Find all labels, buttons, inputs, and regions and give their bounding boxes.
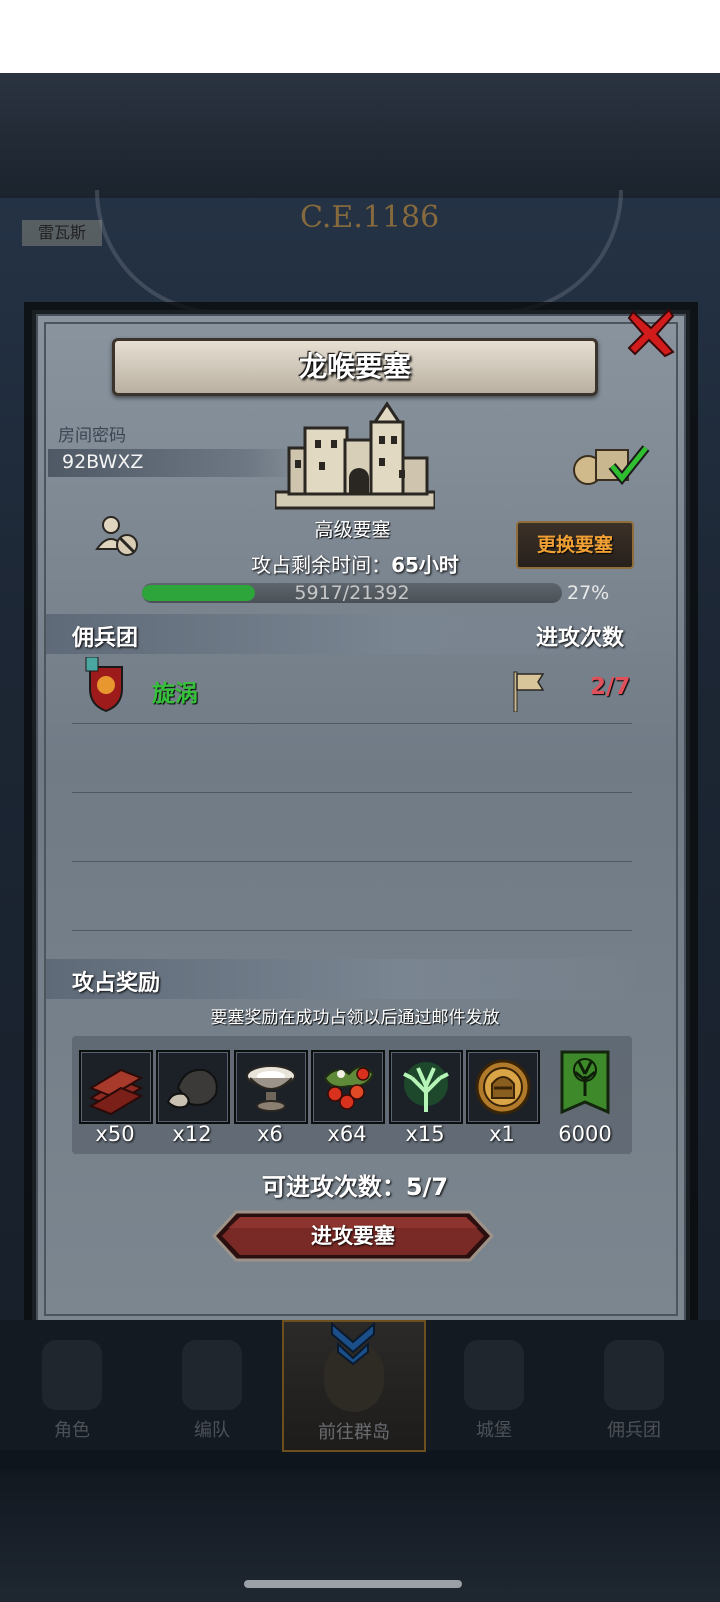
mercenary-attack-count: 2/7 [590,674,631,700]
nav-label: 佣兵团 [607,1420,661,1441]
nav-item-mercenaries[interactable]: 佣兵团 [564,1320,704,1448]
rewards-claimed-icon[interactable] [572,438,652,488]
nav-label: 城堡 [476,1420,512,1441]
reward-qty: 6000 [558,1122,612,1146]
reward-qty: x64 [327,1122,367,1146]
blocked-user-icon[interactable] [95,515,141,559]
flag-icon [513,671,545,712]
character-icon [42,1340,102,1410]
fortress-level: 高级要塞 [314,519,391,541]
reward-qty: x12 [172,1122,212,1146]
reward-qty: x6 [257,1122,283,1146]
mercenaries-header: 佣兵团 [72,626,139,651]
room-code-label: 房间密码 [58,426,126,446]
rewards-header: 攻占奖励 [72,971,161,996]
attack-fortress-button[interactable]: 进攻要塞 [212,1210,494,1262]
silver-bowl-icon [246,1065,296,1112]
attacks-available-label: 可进攻次数： [261,1173,406,1201]
mercenary-name: 旋涡 [152,681,198,707]
reward-item-stone[interactable] [156,1050,230,1124]
remaining-time: 攻占剩余时间：65小时 [200,549,510,578]
remaining-value: 65 [391,553,419,577]
chevron-down-icon [331,1321,375,1366]
rewards-note: 要塞奖励在成功占领以后通过邮件发放 [210,1008,500,1028]
row-divider [72,792,632,793]
attacks-available-value: 5/7 [405,1173,449,1201]
mercenary-nav-icon [604,1340,664,1410]
home-indicator[interactable] [244,1580,462,1588]
nav-item-castle[interactable]: 城堡 [424,1320,564,1448]
capture-progress-percent: 27% [567,582,610,604]
guild-emblem-icon [85,657,123,713]
row-divider [72,861,632,862]
attacks-header: 进攻次数 [536,626,625,651]
knight-helmet-medal-icon [475,1059,531,1115]
row-divider [72,723,632,724]
capture-progress-text: 5917/21392 [294,582,410,604]
berries-icon [323,1066,375,1110]
status-bar [0,0,720,73]
era-text: C.E.1186 [300,200,440,235]
reward-item-spirit-tree[interactable] [389,1050,463,1124]
nav-label: 编队 [194,1420,230,1441]
tree-banner-icon[interactable] [550,1050,620,1120]
close-button[interactable] [625,306,677,358]
attacks-available: 可进攻次数：5/7 [220,1167,490,1202]
dialog-title: 龙喉要塞 [298,350,411,383]
stone-ore-icon [166,1068,218,1109]
reward-item-wood[interactable] [79,1050,153,1124]
reward-item-berries[interactable] [311,1050,385,1124]
castle-nav-icon [464,1340,524,1410]
nav-item-character[interactable]: 角色 [2,1320,142,1448]
reward-qty: x1 [489,1122,515,1146]
room-code[interactable]: 92BWXZ [62,451,143,473]
castle-icon [275,401,435,510]
nav-item-formation[interactable]: 编队 [142,1320,282,1448]
row-divider [72,930,632,931]
remaining-unit: 小时 [418,553,459,577]
reward-item-helmet-medal[interactable] [466,1050,540,1124]
change-fortress-button[interactable]: 更换要塞 [516,521,634,569]
reward-qty: x50 [95,1122,135,1146]
reward-item-bowl[interactable] [234,1050,308,1124]
wood-planks-icon [88,1068,144,1116]
background-tag: 雷瓦斯 [22,220,102,246]
reward-qty: x15 [405,1122,445,1146]
nav-label: 前往群岛 [318,1422,390,1443]
formation-icon [182,1340,242,1410]
top-background [0,73,720,198]
remaining-label: 攻占剩余时间： [251,553,392,577]
close-icon [627,308,675,358]
green-tree-spirit-icon [403,1062,449,1112]
nav-label: 角色 [54,1420,90,1441]
